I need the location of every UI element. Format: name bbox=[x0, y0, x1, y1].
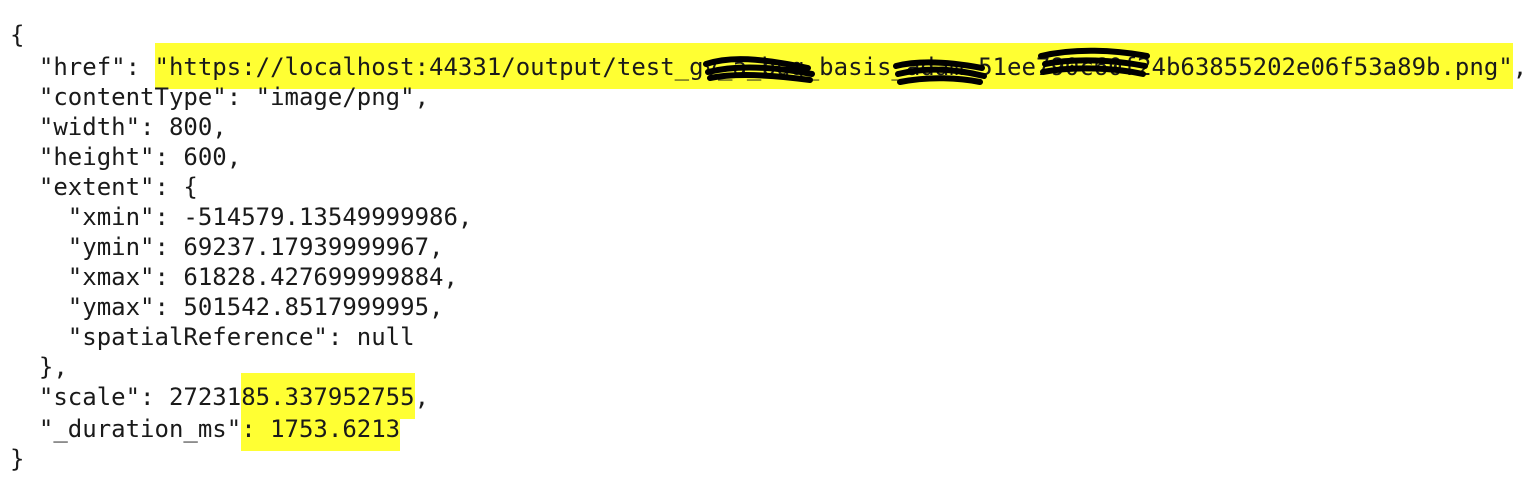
height-line: "height": 600, bbox=[10, 143, 242, 171]
duration-key: "_duration_ms" bbox=[10, 415, 242, 443]
json-close-brace: } bbox=[10, 445, 25, 473]
href-comma: , bbox=[1512, 53, 1528, 81]
json-response-view: { "href": "https://localhost:44331/outpu… bbox=[0, 0, 1534, 488]
duration-value-highlighted: : 1753.6213 bbox=[241, 405, 401, 451]
href-key: "href": bbox=[38, 53, 155, 81]
xmin-line: "xmin": -514579.13549999986, bbox=[10, 203, 473, 231]
xmax-line: "xmax": 61828.427699999884, bbox=[10, 263, 458, 291]
scale-prefix: "scale": 27231 bbox=[10, 383, 242, 411]
content-type-line: "contentType": "image/png", bbox=[10, 83, 430, 111]
spatial-reference-line: "spatialReference": null bbox=[10, 323, 415, 351]
href-indent bbox=[10, 53, 39, 81]
json-open-brace: { bbox=[10, 21, 25, 49]
scale-comma: , bbox=[414, 383, 430, 411]
width-line: "width": 800, bbox=[10, 113, 227, 141]
href-line: "href": "https://localhost:44331/output/… bbox=[10, 43, 1528, 89]
ymax-line: "ymax": 501542.8517999995, bbox=[10, 293, 444, 321]
extent-close-line: }, bbox=[10, 353, 68, 381]
extent-open-line: "extent": { bbox=[10, 173, 198, 201]
ymin-line: "ymin": 69237.17939999967, bbox=[10, 233, 444, 261]
duration-line: "_duration_ms": 1753.6213 bbox=[10, 405, 401, 451]
